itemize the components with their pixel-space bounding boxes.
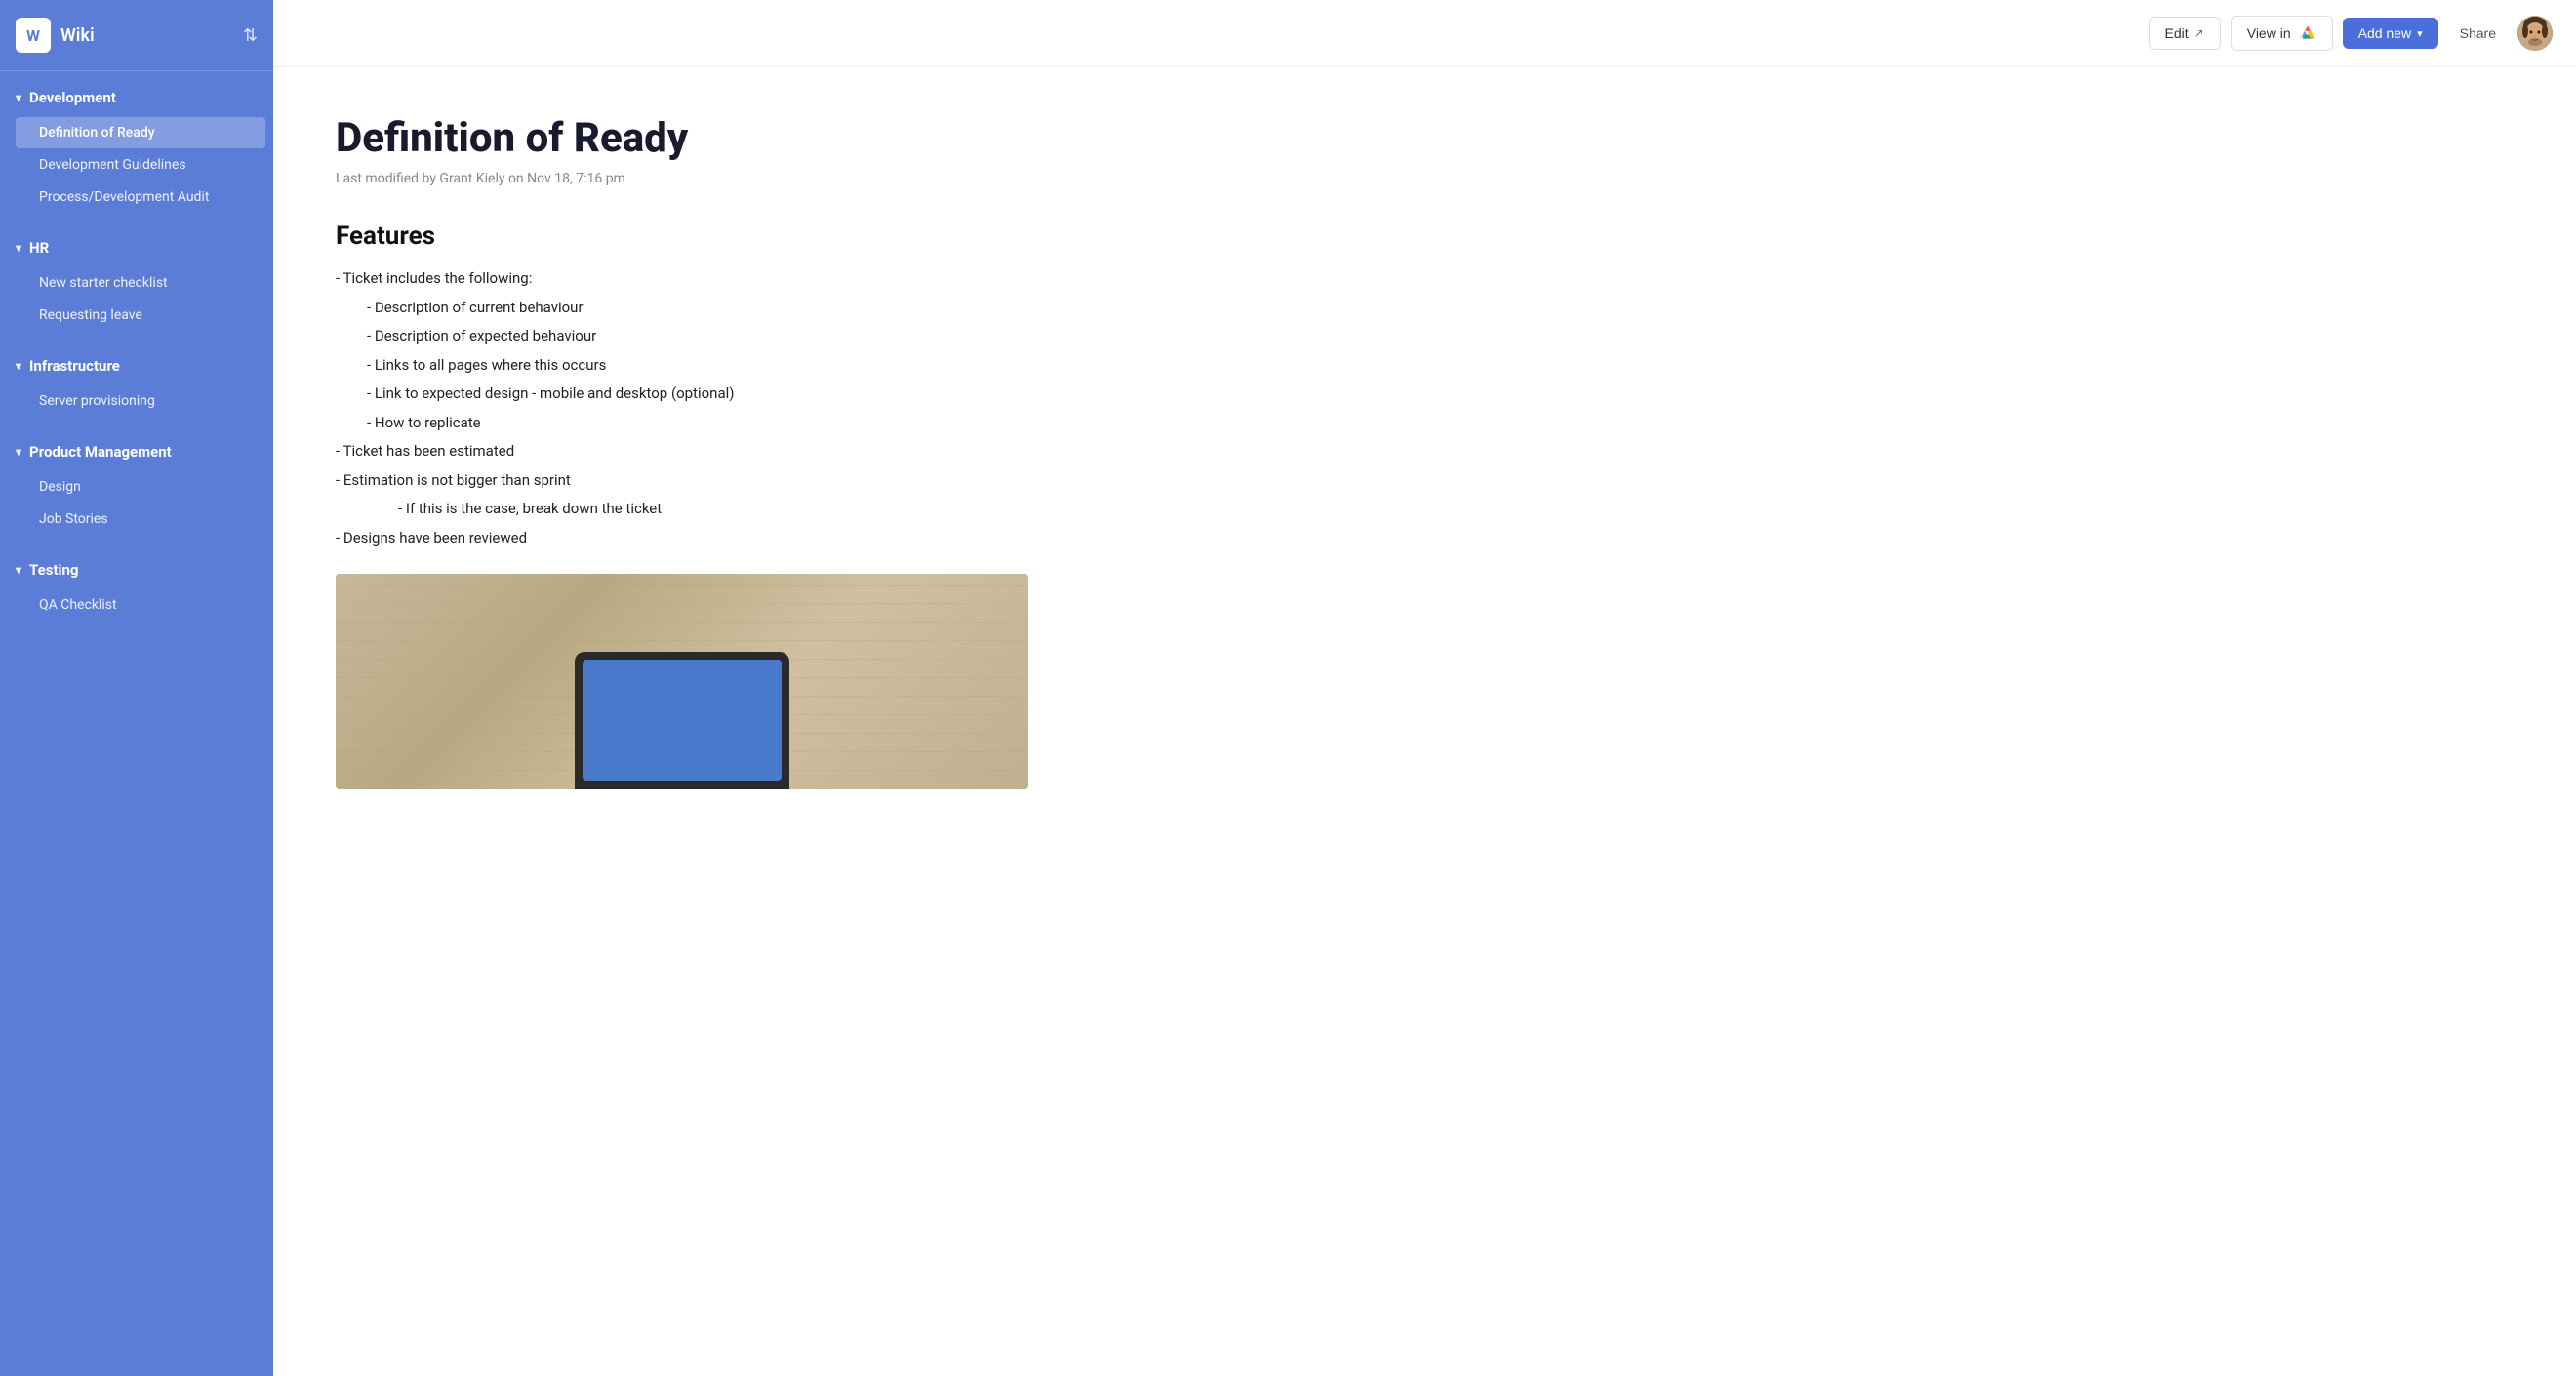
view-in-button[interactable]: View in [2231, 16, 2333, 51]
content-line-9: - If this is the case, break down the ti… [336, 497, 1089, 522]
sidebar-item-server-provisioning[interactable]: Server provisioning [16, 385, 265, 417]
sidebar-item-development-guidelines[interactable]: Development Guidelines [16, 149, 265, 181]
sidebar-items-development: Definition of Ready Development Guidelin… [0, 117, 273, 213]
content-line-1: - Ticket includes the following: [336, 266, 1089, 292]
external-link-icon: ↗ [2194, 26, 2204, 40]
chevron-down-icon-testing: ▾ [16, 563, 21, 577]
content-line-5: - Link to expected design - mobile and d… [336, 382, 1089, 407]
sidebar-section-label-development: Development [29, 89, 116, 106]
sidebar-section-development: ▾ Development Definition of Ready Develo… [0, 71, 273, 222]
content-line-2: - Description of current behaviour [336, 296, 1089, 321]
sidebar-section-label-hr: HR [29, 239, 49, 257]
sidebar-item-requesting-leave[interactable]: Requesting leave [16, 300, 265, 331]
main-content: Edit ↗ View in Add new ▾ Share [273, 0, 2576, 1376]
sidebar-item-qa-checklist[interactable]: QA Checklist [16, 589, 265, 621]
sidebar-toggle-icon[interactable]: ⇅ [243, 25, 258, 46]
sidebar: W Wiki ⇅ ▾ Development Definition of Rea… [0, 0, 273, 1376]
sidebar-section-hr: ▾ HR New starter checklist Requesting le… [0, 222, 273, 340]
sidebar-section-header-product-management[interactable]: ▾ Product Management [0, 433, 273, 470]
logo-letter: W [26, 26, 40, 45]
content-area: Definition of Ready Last modified by Gra… [273, 67, 1151, 1376]
edit-button[interactable]: Edit ↗ [2149, 17, 2221, 50]
content-line-4: - Links to all pages where this occurs [336, 353, 1089, 379]
wiki-logo: W Wiki [16, 18, 95, 53]
sidebar-section-header-development[interactable]: ▾ Development [0, 79, 273, 116]
sidebar-section-label-product-management: Product Management [29, 443, 172, 461]
share-label: Share [2460, 25, 2496, 41]
google-drive-icon [2299, 24, 2316, 42]
sidebar-section-product-management: ▾ Product Management Design Job Stories [0, 425, 273, 544]
sidebar-item-new-starter-checklist[interactable]: New starter checklist [16, 267, 265, 299]
sidebar-section-label-infrastructure: Infrastructure [29, 357, 120, 375]
wiki-logo-icon: W [16, 18, 51, 53]
add-new-label: Add new [2358, 25, 2411, 41]
avatar[interactable] [2517, 16, 2553, 51]
user-avatar-image [2517, 16, 2553, 51]
page-content: - Ticket includes the following: - Descr… [336, 266, 1089, 550]
content-line-7: - Ticket has been estimated [336, 439, 1089, 465]
sidebar-items-hr: New starter checklist Requesting leave [0, 267, 273, 331]
sidebar-section-header-testing[interactable]: ▾ Testing [0, 551, 273, 588]
sidebar-section-label-testing: Testing [29, 561, 78, 579]
page-image [336, 574, 1028, 789]
chevron-down-icon-add: ▾ [2417, 27, 2423, 40]
features-heading: Features [336, 222, 1089, 251]
content-line-3: - Description of expected behaviour [336, 324, 1089, 349]
sidebar-section-header-hr[interactable]: ▾ HR [0, 229, 273, 266]
wiki-logo-text: Wiki [60, 25, 95, 46]
laptop-shape [575, 652, 789, 789]
sidebar-items-infrastructure: Server provisioning [0, 385, 273, 417]
view-in-label: View in [2247, 25, 2291, 41]
laptop-screen [583, 660, 782, 781]
page-title: Definition of Ready [336, 114, 1089, 163]
chevron-down-icon-product-management: ▾ [16, 445, 21, 459]
sidebar-section-infrastructure: ▾ Infrastructure Server provisioning [0, 340, 273, 425]
chevron-down-icon: ▾ [16, 91, 21, 104]
laptop-image [575, 652, 789, 789]
sidebar-item-design[interactable]: Design [16, 471, 265, 503]
sidebar-section-testing: ▾ Testing QA Checklist [0, 544, 273, 629]
share-button[interactable]: Share [2448, 18, 2508, 49]
sidebar-items-testing: QA Checklist [0, 589, 273, 621]
chevron-down-icon-hr: ▾ [16, 241, 21, 255]
sidebar-items-product-management: Design Job Stories [0, 471, 273, 535]
add-new-button[interactable]: Add new ▾ [2343, 18, 2438, 49]
top-bar: Edit ↗ View in Add new ▾ Share [273, 0, 2576, 67]
content-line-8: - Estimation is not bigger than sprint [336, 468, 1089, 494]
sidebar-item-process-development-audit[interactable]: Process/Development Audit [16, 182, 265, 213]
sidebar-section-header-infrastructure[interactable]: ▾ Infrastructure [0, 347, 273, 384]
content-line-6: - How to replicate [336, 411, 1089, 436]
page-meta: Last modified by Grant Kiely on Nov 18, … [336, 171, 1089, 186]
chevron-down-icon-infrastructure: ▾ [16, 359, 21, 373]
edit-label: Edit [2165, 25, 2189, 41]
sidebar-item-definition-of-ready[interactable]: Definition of Ready [16, 117, 265, 148]
content-line-10: - Designs have been reviewed [336, 526, 1089, 551]
sidebar-item-job-stories[interactable]: Job Stories [16, 504, 265, 535]
sidebar-header: W Wiki ⇅ [0, 0, 273, 71]
